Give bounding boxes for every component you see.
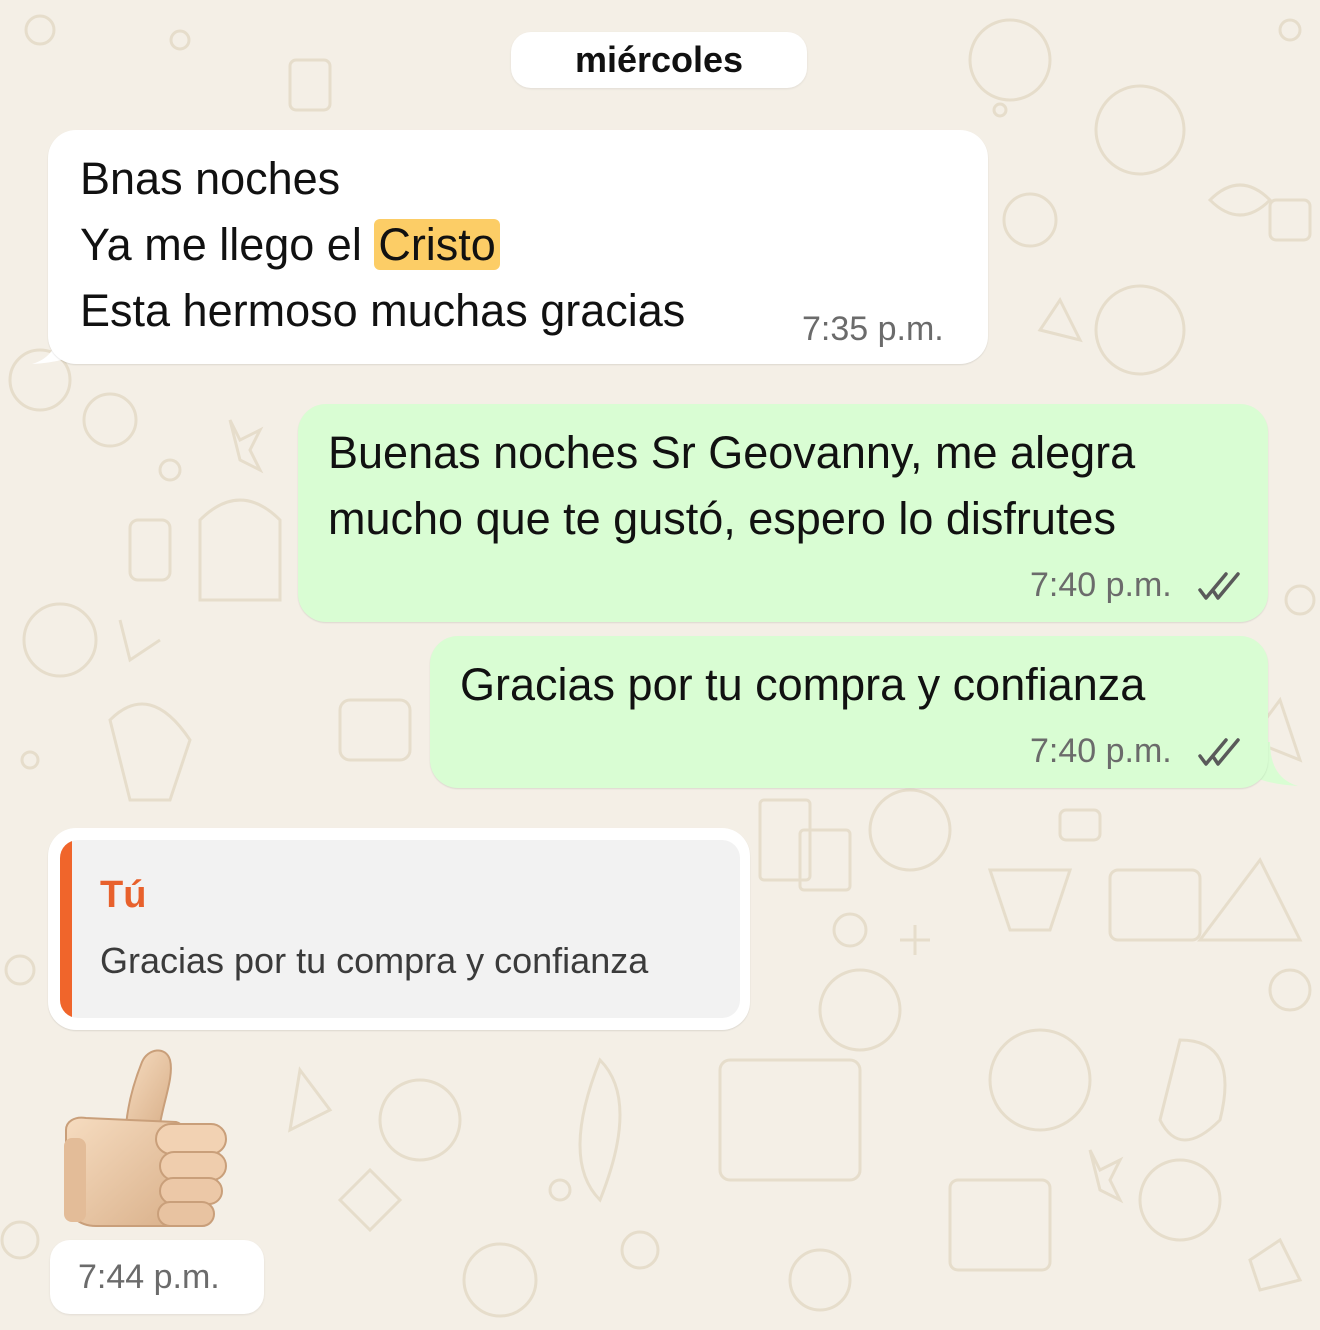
- read-receipt-icon: [1198, 738, 1240, 766]
- message-timestamp: 7:44 p.m.: [78, 1258, 220, 1296]
- sticker-timestamp-pill: 7:44 p.m.: [50, 1240, 264, 1314]
- date-separator-label: miércoles: [574, 39, 744, 80]
- message-bubble-outgoing[interactable]: Gracias por tu compra y confianza 7:40 p…: [430, 636, 1268, 788]
- message-bubble-outgoing[interactable]: Buenas noches Sr Geovanny, me alegra muc…: [298, 404, 1268, 622]
- read-receipt-icon: [1198, 572, 1240, 600]
- message-timestamp: 7:40 p.m.: [1030, 566, 1172, 604]
- message-timestamp: 7:40 p.m.: [1030, 732, 1172, 770]
- message-bubble-incoming[interactable]: Bnas noches Ya me llego el Cristo Esta h…: [48, 130, 988, 364]
- message-timestamp: 7:35 p.m.: [802, 310, 944, 348]
- message-text-line: Gracias por tu compra y confianza: [460, 659, 1146, 710]
- quoted-message[interactable]: Tú Gracias por tu compra y confianza: [60, 840, 740, 1018]
- message-text-line: Bnas noches: [80, 153, 341, 204]
- thumbs-up-icon[interactable]: [56, 1042, 236, 1232]
- message-text-segment: Ya me llego el: [80, 219, 375, 270]
- message-text-line: Buenas noches Sr Geovanny, me alegra: [328, 427, 1136, 478]
- quote-author: Tú: [100, 874, 147, 916]
- message-text-line: Ya me llego el Cristo: [80, 212, 500, 278]
- date-separator: miércoles: [511, 32, 807, 88]
- message-text-line: mucho que te gustó, espero lo disfrutes: [328, 493, 1116, 544]
- message-text-line: Esta hermoso muchas gracias: [80, 285, 686, 336]
- quote-text: Gracias por tu compra y confianza: [100, 940, 649, 981]
- quote-accent-bar: [60, 840, 72, 1018]
- search-highlight: Cristo: [374, 219, 500, 270]
